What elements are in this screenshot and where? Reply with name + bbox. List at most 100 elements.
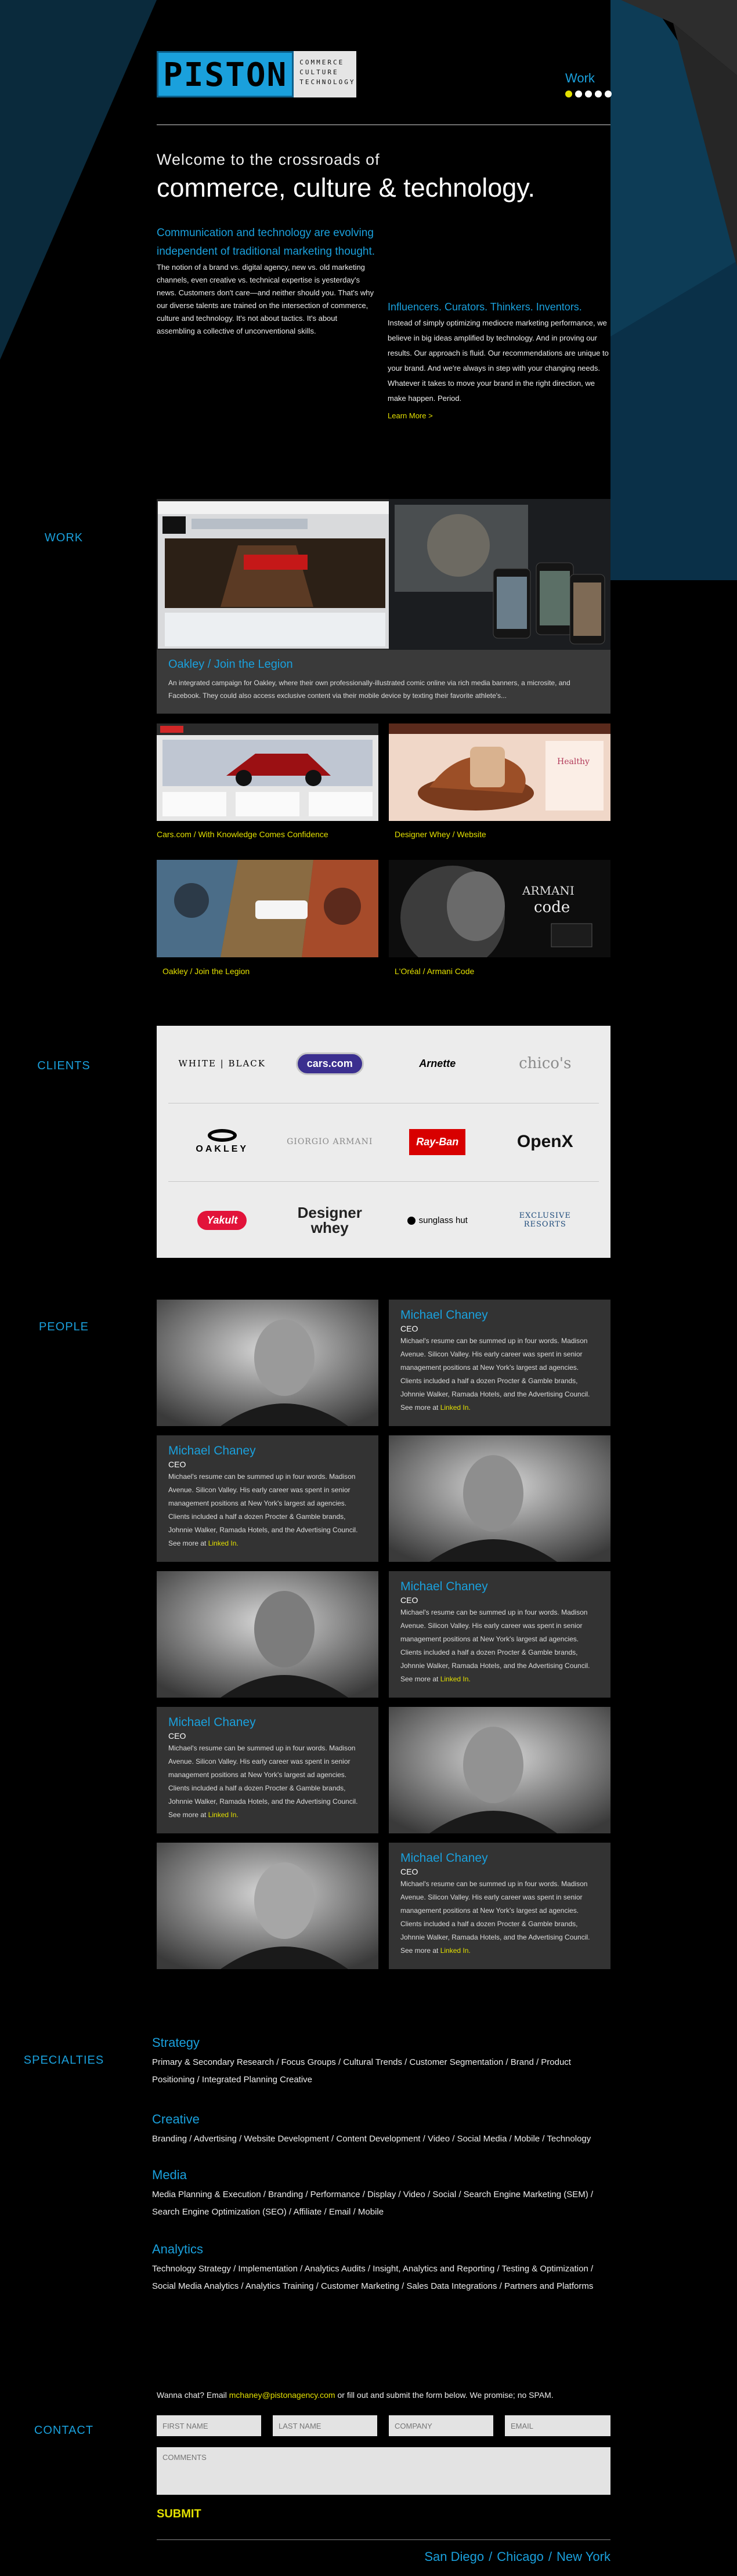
section-label-clients: CLIENTS [37, 1059, 91, 1072]
person-see-more: See more at Linked In. [168, 1539, 239, 1547]
person-see-more: See more at Linked In. [168, 1811, 239, 1819]
linkedin-link[interactable]: Linked In. [440, 1403, 471, 1412]
clients-grid: WHITE | BLACK cars.com Arnette chico's O… [157, 1026, 610, 1258]
person-name: Michael Chaney [400, 1308, 488, 1322]
logo-line-commerce: COMMERCE [299, 59, 345, 66]
person-name: Michael Chaney [168, 1716, 256, 1729]
company-field[interactable] [389, 2415, 493, 2436]
person-card: Michael Chaney CEO Michael's resume can be… [389, 1571, 610, 1698]
person-bio: Michael's resume can be summed up in fou… [400, 1608, 590, 1670]
specialty-title-analytics: Analytics [152, 2242, 204, 2256]
intro-right: Influencers. Curators. Thinkers. Invento… [388, 298, 610, 422]
person-card: Michael Chaney CEO Michael's resume can be… [389, 1300, 610, 1426]
work-thumb-cars[interactable] [157, 723, 378, 821]
section-label-work: WORK [44, 531, 84, 544]
city-separator: / [489, 2549, 493, 2564]
specialty-title-creative: Creative [152, 2112, 200, 2126]
work-caption-designer-whey[interactable]: Designer Whey / Website [395, 830, 486, 839]
work-thumb-oakley[interactable] [157, 860, 378, 957]
contact-email-link[interactable]: mchaney@pistonagency.com [229, 2390, 335, 2400]
work-featured-desc: An integrated campaign for Oakley, where… [168, 679, 570, 700]
client-logo-cars[interactable]: cars.com [283, 1052, 376, 1075]
linkedin-link[interactable]: Linked In. [208, 1811, 239, 1819]
header-divider [157, 124, 610, 125]
logo-taglines: COMMERCE CULTURE TECHNOLOGY [294, 51, 357, 97]
sunglass-hut-icon [407, 1216, 416, 1225]
logo-line-technology: TECHNOLOGY [299, 78, 356, 86]
work-thumb-designer-whey[interactable]: Healthy [389, 723, 610, 821]
person-role: CEO [400, 1324, 418, 1333]
client-logo-arnette[interactable]: Arnette [391, 1058, 484, 1070]
carousel-dots [565, 91, 612, 97]
person-see-more: See more at Linked In. [400, 1947, 471, 1955]
carousel-dot[interactable] [595, 91, 602, 97]
city-san-diego[interactable]: San Diego [424, 2549, 484, 2564]
person-card: Michael Chaney CEO Michael's resume can be… [389, 1843, 610, 1969]
person-portrait-image [389, 1435, 610, 1562]
specialty-list-media: Media Planning & Execution / Branding / … [152, 2190, 594, 2217]
person-photo [157, 1300, 378, 1426]
client-logo-armani[interactable]: GIORGIO ARMANI [283, 1137, 376, 1146]
person-name: Michael Chaney [400, 1580, 488, 1593]
person-portrait-image [389, 1707, 610, 1833]
linkedin-link[interactable]: Linked In. [208, 1539, 239, 1547]
linkedin-link[interactable]: Linked In. [440, 1947, 471, 1955]
client-row: Yakult Designer whey sunglass hut EXCLUS… [168, 1182, 599, 1258]
person-role: CEO [400, 1595, 418, 1605]
client-logo-white-black[interactable]: WHITE | BLACK [176, 1058, 269, 1069]
work-caption-cars[interactable]: Cars.com / With Knowledge Comes Confiden… [157, 830, 328, 839]
city-chicago[interactable]: Chicago [497, 2549, 544, 2564]
work-caption-armani[interactable]: L'Oréal / Armani Code [395, 967, 474, 976]
learn-more-link[interactable]: Learn More > [388, 410, 610, 422]
person-role: CEO [168, 1731, 186, 1741]
specialty-title-media: Media [152, 2168, 187, 2182]
client-logo-chicos[interactable]: chico's [498, 1055, 591, 1072]
city-separator: / [548, 2549, 552, 2564]
section-label-people: PEOPLE [38, 1320, 89, 1333]
svg-text:Healthy: Healthy [557, 757, 590, 766]
client-logo-oakley[interactable]: OAKLEY [176, 1129, 269, 1155]
background-shape-right [621, 0, 737, 267]
work-thumb-oakley-image [157, 860, 378, 957]
work-thumb-cars-image [157, 723, 378, 821]
intro-left-lead: Communication and technology are evolvin… [157, 227, 375, 258]
work-featured[interactable]: Oakley / Join the Legion An integrated c… [157, 499, 610, 714]
nav-work-link[interactable]: Work [565, 71, 595, 86]
carousel-dot[interactable] [605, 91, 612, 97]
logo-line-culture: CULTURE [299, 68, 339, 76]
work-thumb-armani[interactable]: ARMANI code [389, 860, 610, 957]
intro-left: Communication and technology are evolvin… [157, 224, 377, 338]
client-logo-openx[interactable]: OpenX [498, 1132, 591, 1152]
logo[interactable]: PISTON COMMERCE CULTURE TECHNOLOGY [157, 51, 357, 97]
email-field[interactable] [505, 2415, 610, 2436]
person-see-more: See more at Linked In. [400, 1675, 471, 1683]
specialty-list-analytics: Technology Strategy / Implementation / A… [152, 2264, 594, 2291]
comments-field[interactable] [157, 2447, 610, 2495]
footer-cities: San Diego / Chicago / New York [424, 2549, 610, 2564]
contact-intro: Wanna chat? Email mchaney@pistonagency.c… [157, 2390, 554, 2400]
work-featured-title: Oakley / Join the Legion [168, 658, 293, 671]
work-caption-oakley[interactable]: Oakley / Join the Legion [162, 967, 250, 976]
linkedin-link[interactable]: Linked In. [440, 1675, 471, 1683]
city-new-york[interactable]: New York [557, 2549, 610, 2564]
specialty-list-strategy: Primary & Secondary Research / Focus Gro… [152, 2057, 571, 2085]
oakley-ellipse-icon [207, 1129, 237, 1142]
person-role: CEO [168, 1460, 186, 1469]
specialty-title-strategy: Strategy [152, 2035, 200, 2050]
client-logo-designer-whey[interactable]: Designer whey [283, 1205, 376, 1235]
submit-button[interactable]: SUBMIT [157, 2508, 201, 2521]
intro-left-body: The notion of a brand vs. digital agency… [157, 263, 374, 335]
carousel-dot[interactable] [585, 91, 592, 97]
specialty-list-creative: Branding / Advertising / Website Develop… [152, 2134, 591, 2144]
last-name-field[interactable] [273, 2415, 377, 2436]
client-logo-exclusive-resorts[interactable]: EXCLUSIVE RESORTS [498, 1211, 591, 1229]
client-logo-rayban[interactable]: Ray-Ban [391, 1128, 484, 1155]
work-featured-image [157, 499, 610, 650]
carousel-dot[interactable] [575, 91, 582, 97]
person-name: Michael Chaney [400, 1851, 488, 1865]
client-logo-yakult[interactable]: Yakult [176, 1210, 269, 1230]
client-logo-sunglass-hut[interactable]: sunglass hut [391, 1215, 484, 1225]
footer-divider [157, 2539, 610, 2540]
carousel-dot[interactable] [565, 91, 572, 97]
first-name-field[interactable] [157, 2415, 261, 2436]
